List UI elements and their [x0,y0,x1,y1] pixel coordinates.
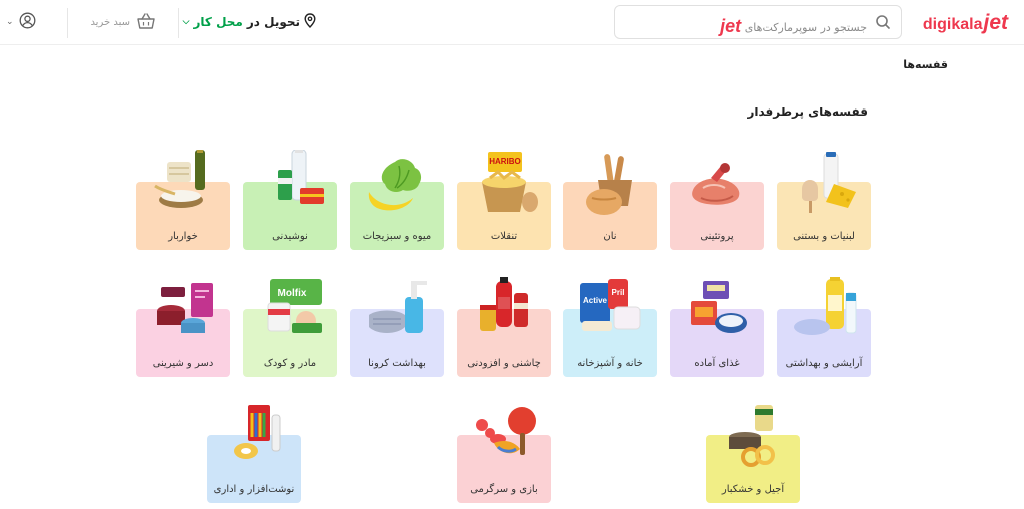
svg-text:HARIBO: HARIBO [489,157,521,166]
address-location: محل کار [193,15,243,29]
home-kitchen-image: Active Pril [580,279,641,331]
category-label: لبنیات و بستنی [793,231,855,242]
category-fruits-vegetables[interactable]: میوه و سبزیجات [350,159,444,250]
category-stationery-office[interactable]: نوشت‌افزار و اداری [207,405,301,503]
snacks-image: HARIBO [482,152,538,212]
location-pin-icon [304,13,316,31]
category-cosmetics-hygiene[interactable]: آرایشی و بهداشتی [777,277,871,377]
cosmetics-image [794,277,857,335]
category-groceries[interactable]: خواربار [136,150,230,250]
category-mother-baby[interactable]: Molfix مادر و کودک [243,279,337,377]
category-label: نوشت‌افزار و اداری [213,484,295,495]
category-ready-meals[interactable]: غذای آماده [670,281,764,377]
category-beverages[interactable]: نوشیدنی [243,150,337,250]
corona-hygiene-image [369,281,427,333]
category-desserts[interactable]: دسر و شیرینی [136,283,230,377]
dairy-image [802,152,856,213]
category-bread[interactable]: نان [563,154,657,250]
svg-text:Active: Active [583,296,608,305]
chevron-down-icon: ⌄ [6,17,14,27]
delivery-address-selector[interactable]: تحویل در محل کار ⌵ [183,11,316,33]
header-divider [178,8,179,38]
category-label: آرایشی و بهداشتی [785,358,863,369]
basket-icon [136,12,156,33]
category-label: غذای آماده [694,358,740,369]
desserts-image [157,283,213,333]
category-label: خواربار [168,231,198,242]
fruits-vegetables-image [368,159,422,211]
groceries-image [154,150,205,208]
user-menu-button[interactable]: ⌄ [6,11,46,33]
category-corona-hygiene[interactable]: بهداشت کرونا [350,281,444,377]
svg-text:Molfix: Molfix [278,288,307,299]
nuts-image [729,405,775,467]
category-label: تنقلات [490,231,518,242]
ready-meals-image [691,281,747,333]
category-home-kitchen[interactable]: Active Pril خانه و آشپزخانه [563,279,657,377]
stationery-image [234,405,281,459]
cart-button[interactable]: سبد خرید [90,10,156,34]
logo-suffix: jet [983,11,1008,34]
category-condiments[interactable]: چاشنی و افزودنی [457,277,551,377]
category-label: مادر و کودک [263,358,317,369]
category-label: میوه و سبزیجات [362,231,432,242]
bread-image [586,154,632,215]
cart-label: سبد خرید [90,16,130,28]
category-nuts-dried-fruit[interactable]: آجیل و خشکبار [706,405,800,503]
top-header: digikala jet جستجو در سوپرمارکت‌های jet … [0,0,1024,45]
category-label: آجیل و خشکبار [721,484,785,495]
category-snacks[interactable]: HARIBO تنقلات [457,152,551,250]
category-label: بازی و سرگرمی [470,484,538,495]
svg-text:Pril: Pril [612,288,625,297]
user-icon [19,12,36,33]
digikala-jet-logo[interactable]: digikala jet [922,11,1008,34]
logo-brand: digikala [922,16,983,33]
category-toys-games[interactable]: بازی و سرگرمی [457,407,551,503]
category-label: چاشنی و افزودنی [467,358,541,369]
mother-baby-image: Molfix [267,279,322,333]
breadcrumb: قفسه‌ها [903,58,948,71]
category-label: نان [603,231,617,242]
chevron-down-icon: ⌵ [182,17,190,27]
category-label: پروتئینی [700,231,734,242]
address-prefix: تحویل در [246,15,300,29]
protein-image [692,163,740,205]
beverages-image [278,150,324,204]
search-box[interactable]: جستجو در سوپرمارکت‌های jet [614,5,902,39]
header-divider [67,8,68,38]
category-label: خانه و آشپزخانه [577,358,643,369]
category-dairy[interactable]: لبنیات و بستنی [777,152,871,250]
condiments-image [480,277,528,331]
section-title: قفسه‌های پرطرفدار [747,105,868,119]
category-label: دسر و شیرینی [152,358,214,369]
category-label: نوشیدنی [272,231,308,242]
category-label: بهداشت کرونا [368,358,426,369]
category-protein[interactable]: پروتئینی [670,163,764,250]
toys-image [476,407,536,455]
